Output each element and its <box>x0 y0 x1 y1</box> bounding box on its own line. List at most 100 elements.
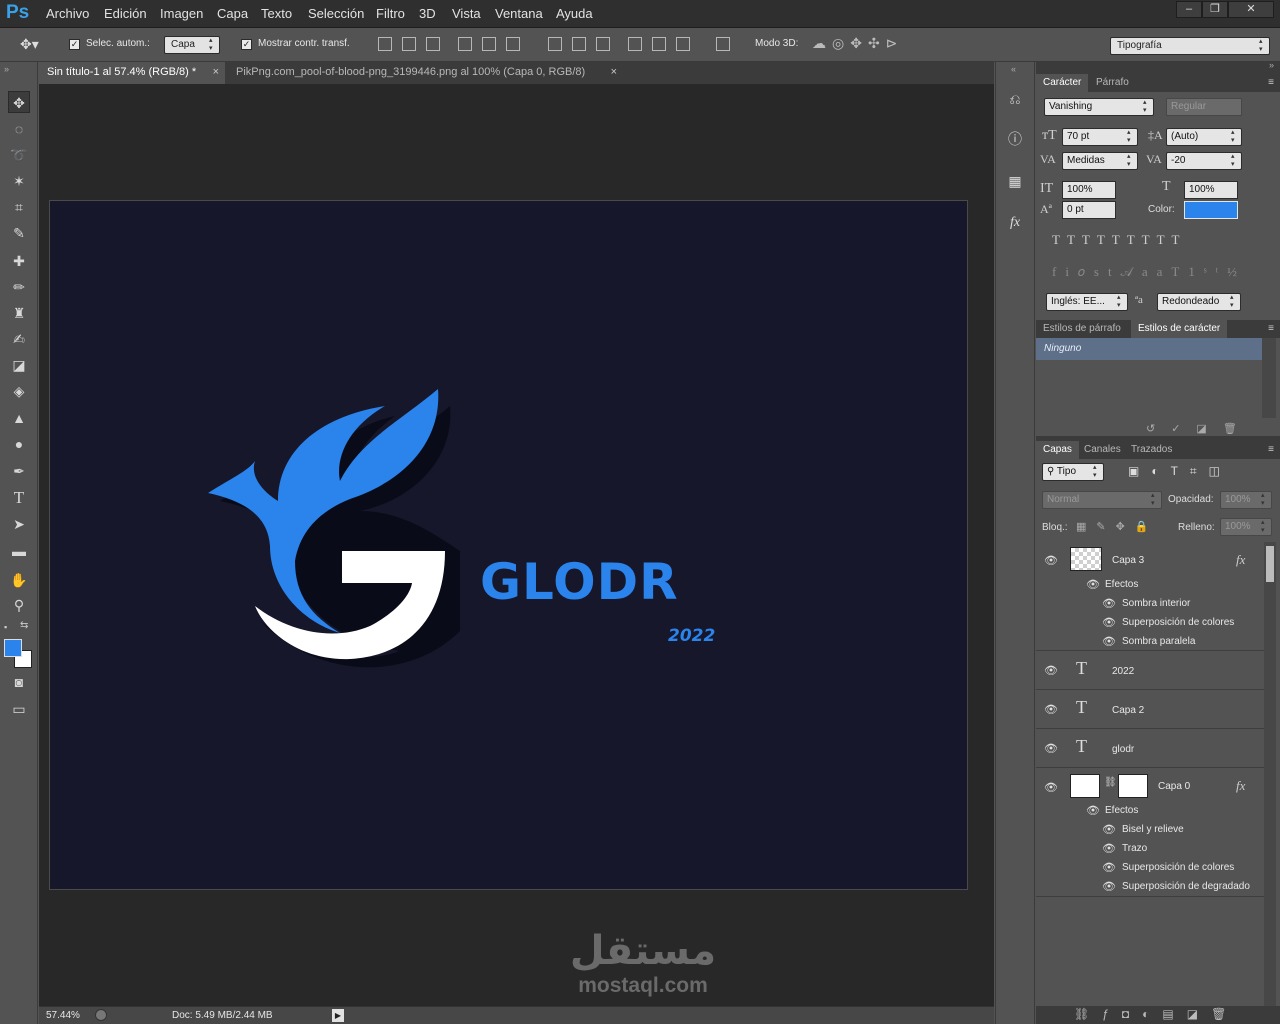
vertical-scale-field[interactable]: 100% <box>1062 181 1116 199</box>
visibility-eye-icon[interactable]: 👁 <box>1044 664 1058 677</box>
zoom-tool-icon[interactable]: ⚲ <box>8 594 30 616</box>
history-panel-icon[interactable]: ⎌ <box>1004 88 1026 110</box>
close-tab-icon[interactable]: × <box>611 62 617 83</box>
layer-row-capa3[interactable]: 👁 Capa 3 fx 👁 Efectos 👁 Sombra interior … <box>1036 542 1264 651</box>
effects-eye-icon[interactable]: 👁 <box>1086 578 1100 591</box>
panel-menu-icon[interactable]: ≡ <box>1268 77 1274 88</box>
align-right-icon[interactable] <box>506 37 520 51</box>
visibility-eye-icon[interactable]: 👁 <box>1044 703 1058 716</box>
expand-panels-icon[interactable]: « <box>1011 64 1016 74</box>
distribute-top-icon[interactable] <box>548 37 562 51</box>
fx-icon[interactable]: fx <box>1236 552 1245 568</box>
menu-edicion[interactable]: Edición <box>104 6 147 21</box>
collapse-icon[interactable]: » <box>1269 60 1274 70</box>
effect-eye-icon[interactable]: 👁 <box>1102 616 1116 629</box>
panel-menu-icon[interactable]: ≡ <box>1268 444 1274 455</box>
healing-brush-icon[interactable]: ✚ <box>8 250 30 272</box>
distribute-left-icon[interactable] <box>628 37 642 51</box>
effect-eye-icon[interactable]: 👁 <box>1102 842 1116 855</box>
distribute-right-icon[interactable] <box>676 37 690 51</box>
layer-row-2022[interactable]: 👁 T 2022 <box>1036 652 1264 690</box>
swatches-panel-icon[interactable]: ▦ <box>1004 170 1026 192</box>
align-top-icon[interactable] <box>378 37 392 51</box>
link-icon[interactable]: ⛓ <box>1104 777 1117 788</box>
styles-scrollbar[interactable] <box>1262 338 1276 418</box>
effect-eye-icon[interactable]: 👁 <box>1102 861 1116 874</box>
align-left-icon[interactable] <box>458 37 472 51</box>
fill-field[interactable]: 100% <box>1220 518 1272 536</box>
restore-button[interactable]: ❐ <box>1202 1 1228 18</box>
menu-filtro[interactable]: Filtro <box>376 6 405 21</box>
leading-field[interactable]: (Auto) <box>1166 128 1242 146</box>
font-family-dropdown[interactable]: Vanishing <box>1044 98 1154 116</box>
menu-archivo[interactable]: Archivo <box>46 6 89 21</box>
crop-tool-icon[interactable]: ⌗ <box>8 196 30 218</box>
blend-mode-dropdown[interactable]: Normal <box>1042 491 1162 509</box>
effect-eye-icon[interactable]: 👁 <box>1102 635 1116 648</box>
info-panel-icon[interactable]: ⓘ <box>1004 128 1026 150</box>
menu-capa[interactable]: Capa <box>217 6 248 21</box>
minimize-button[interactable]: – <box>1176 1 1202 18</box>
layers-scrollbar[interactable] <box>1264 542 1276 1006</box>
effect-item[interactable]: Superposición de colores <box>1122 862 1234 873</box>
effect-item[interactable]: Superposición de degradado <box>1122 881 1250 892</box>
effect-item[interactable]: Sombra interior <box>1122 598 1190 609</box>
auto-select-checkbox[interactable]: ✓ <box>69 39 80 50</box>
type-tool-icon[interactable]: T <box>8 487 30 509</box>
screen-mode-icon[interactable]: ▭ <box>8 698 30 720</box>
effect-eye-icon[interactable]: 👁 <box>1102 597 1116 610</box>
eyedropper-icon[interactable]: ✎ <box>8 222 30 244</box>
language-dropdown[interactable]: Inglés: EE... <box>1046 293 1128 311</box>
visibility-eye-icon[interactable]: 👁 <box>1044 781 1058 794</box>
effect-item[interactable]: Sombra paralela <box>1122 636 1195 647</box>
effect-item[interactable]: Bisel y relieve <box>1122 824 1184 835</box>
tab-parrafo[interactable]: Párrafo <box>1089 74 1136 92</box>
align-hcenter-icon[interactable] <box>482 37 496 51</box>
workspace-dropdown[interactable]: Tipografía <box>1110 37 1270 55</box>
layer-filter-icons[interactable]: ▣◐T⌗◫ <box>1128 464 1232 479</box>
tab-pikpng[interactable]: PikPng.com_pool-of-blood-png_3199446.png… <box>228 62 623 84</box>
menu-vista[interactable]: Vista <box>452 6 481 21</box>
visibility-eye-icon[interactable]: 👁 <box>1044 554 1058 567</box>
close-window-button[interactable]: ✕ <box>1228 1 1274 18</box>
styles-panel-icon[interactable]: fx <box>1004 212 1026 234</box>
tab-sin-titulo[interactable]: Sin título-1 al 57.4% (RGB/8) * × <box>39 62 225 84</box>
blur-tool-icon[interactable]: ▲ <box>8 407 30 429</box>
effect-item[interactable]: Superposición de colores <box>1122 617 1234 628</box>
brush-tool-icon[interactable]: ✏ <box>8 276 30 298</box>
menu-ventana[interactable]: Ventana <box>495 6 543 21</box>
magic-wand-icon[interactable]: ✶ <box>8 170 30 192</box>
style-item-ninguno[interactable]: Ninguno <box>1036 338 1262 360</box>
default-colors-icon[interactable]: ▪ <box>4 622 7 632</box>
fx-icon[interactable]: fx <box>1236 778 1245 794</box>
layer-row-capa0[interactable]: 👁 ⛓ Capa 0 fx 👁 Efectos 👁 Bisel y reliev… <box>1036 769 1264 897</box>
document-canvas[interactable]: GLODR 2022 <box>49 200 968 890</box>
move-tool-icon[interactable]: ✥ <box>8 91 30 113</box>
quick-mask-icon[interactable]: ◙ <box>8 671 30 693</box>
menu-3d[interactable]: 3D <box>419 6 436 21</box>
close-tab-icon[interactable]: × <box>213 62 219 83</box>
move-tool-preset-icon[interactable]: ✥▾ <box>20 36 39 53</box>
rectangle-tool-icon[interactable]: ▬ <box>8 540 30 562</box>
auto-select-dropdown[interactable]: Capa <box>164 36 220 54</box>
menu-texto[interactable]: Texto <box>261 6 292 21</box>
zoom-level[interactable]: 57.44% <box>46 1010 80 1021</box>
menu-imagen[interactable]: Imagen <box>160 6 203 21</box>
share-status-icon[interactable] <box>95 1009 107 1021</box>
effects-eye-icon[interactable]: 👁 <box>1086 804 1100 817</box>
clone-stamp-icon[interactable]: ♜ <box>8 302 30 324</box>
history-brush-icon[interactable]: ✍ <box>8 328 30 350</box>
layer-row-capa2[interactable]: 👁 T Capa 2 <box>1036 691 1264 729</box>
auto-align-icon[interactable] <box>716 37 730 51</box>
status-menu-arrow-icon[interactable]: ▶ <box>332 1009 344 1022</box>
horizontal-scale-field[interactable]: 100% <box>1184 181 1238 199</box>
align-vcenter-icon[interactable] <box>402 37 416 51</box>
pen-tool-icon[interactable]: ✒ <box>8 460 30 482</box>
marquee-tool-icon[interactable]: ◌ <box>8 118 30 140</box>
menu-ayuda[interactable]: Ayuda <box>556 6 593 21</box>
tab-canales[interactable]: Canales <box>1077 441 1128 459</box>
text-color-swatch[interactable] <box>1184 201 1238 219</box>
tab-trazados[interactable]: Trazados <box>1124 441 1179 459</box>
path-selection-icon[interactable]: ➤ <box>8 513 30 535</box>
3d-tools-icon[interactable]: ☁◎✥✣⊳ <box>812 35 903 52</box>
